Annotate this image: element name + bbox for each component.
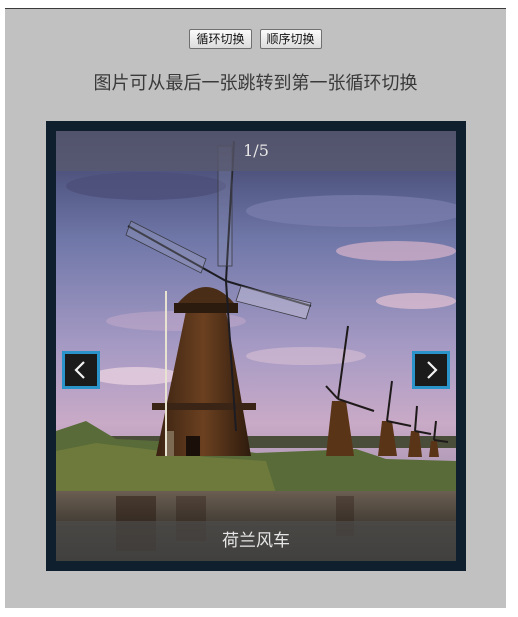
next-slide-button[interactable] <box>412 351 450 389</box>
windmill-slide-image <box>56 131 456 561</box>
mode-description: 图片可从最后一张跳转到第一张循环切换 <box>93 73 418 94</box>
mode-buttons: 循环切换 顺序切换 <box>5 29 506 49</box>
previous-slide-button[interactable] <box>62 351 100 389</box>
slide-counter: 1/5 <box>56 131 456 171</box>
chevron-left-icon <box>74 361 85 379</box>
chevron-right-icon <box>427 361 438 379</box>
page-container: 循环切换 顺序切换 图片可从最后一张跳转到第一张循环切换 1/5 荷兰风车 <box>5 8 506 608</box>
slider-frame: 1/5 荷兰风车 <box>46 121 466 571</box>
slider-viewport: 1/5 荷兰风车 <box>56 131 456 561</box>
loop-switch-button[interactable]: 循环切换 <box>189 29 252 49</box>
slide-caption: 荷兰风车 <box>56 521 456 561</box>
sequence-switch-button[interactable]: 顺序切换 <box>259 29 322 49</box>
